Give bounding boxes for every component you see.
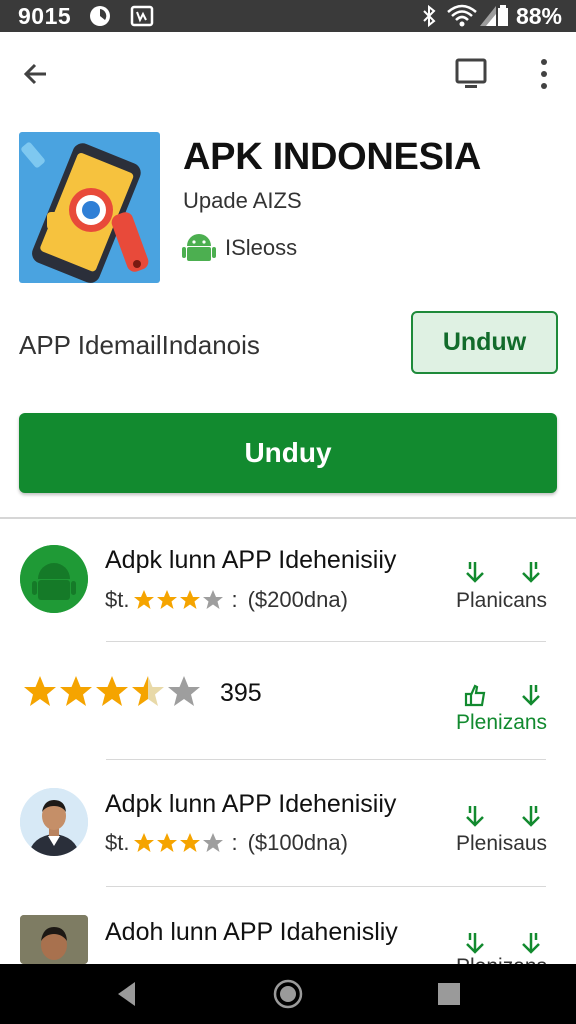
rating-stars — [22, 674, 202, 710]
list-item-title[interactable]: Adoh lunn APP Idahenisliy — [105, 918, 398, 947]
download-icon[interactable] — [518, 803, 544, 829]
item-actions — [462, 803, 544, 829]
item-action-label: Plenizans — [456, 955, 547, 964]
user-avatar — [20, 788, 88, 856]
list-item-price: ($200dna) — [247, 587, 348, 612]
download-icon[interactable] — [462, 930, 488, 956]
app-icon — [19, 132, 160, 283]
nav-recents-icon — [438, 983, 460, 1005]
app-title: APK INDONESIA — [183, 136, 482, 178]
list-item-meta: $t. : ($100dna) — [105, 830, 348, 855]
battery-percent: 88% — [515, 3, 562, 29]
list-item-prefix: $t. — [105, 587, 130, 612]
more-vert-icon — [541, 59, 547, 89]
wifi-icon — [446, 4, 478, 33]
nav-back-icon — [118, 982, 135, 1006]
gallery-icon — [130, 4, 154, 33]
arrow-back-icon — [23, 63, 46, 85]
android-icon — [182, 234, 216, 261]
section-divider — [0, 517, 576, 519]
nav-back-button[interactable] — [111, 978, 143, 1010]
android-avatar — [20, 545, 88, 613]
list-item-title[interactable]: Adpk lunn APP Idehenisiiy — [105, 790, 396, 819]
star-rating — [133, 589, 227, 611]
download-icon[interactable] — [462, 803, 488, 829]
rating-count: 395 — [220, 679, 262, 707]
nav-recents-button[interactable] — [433, 978, 465, 1010]
item-actions — [462, 930, 544, 956]
back-button[interactable] — [16, 54, 56, 94]
row-divider — [106, 759, 546, 760]
toolbar — [0, 32, 576, 116]
user-avatar — [20, 915, 88, 964]
row-divider — [106, 886, 546, 887]
status-bar: 9015 88% — [0, 0, 576, 32]
list-item-prefix: $t. — [105, 830, 130, 855]
item-actions — [462, 682, 544, 708]
battery-icon — [496, 4, 510, 33]
more-options-button[interactable] — [524, 54, 564, 94]
nav-home-button[interactable] — [272, 978, 304, 1010]
install-button[interactable]: Unduy — [19, 413, 557, 493]
developer-name: ISleoss — [225, 235, 298, 260]
status-time: 9015 — [18, 3, 72, 29]
star-rating — [133, 832, 227, 854]
row-divider — [106, 641, 546, 642]
developer-row[interactable]: ISleoss — [181, 230, 297, 266]
monitor-icon — [455, 58, 487, 88]
bluetooth-icon — [420, 4, 438, 33]
download-icon[interactable] — [518, 559, 544, 585]
download-icon[interactable] — [462, 559, 488, 585]
item-action-label: Planicans — [456, 589, 548, 612]
item-action-label: Plenisaus — [456, 832, 548, 855]
signal-icon — [478, 4, 498, 33]
download-icon[interactable] — [518, 930, 544, 956]
list-item-meta: $t. : ($200dna) — [105, 587, 348, 612]
navigation-bar — [0, 964, 576, 1024]
list-item-title[interactable]: Adpk lunn APP Idehenisiiy — [105, 546, 396, 575]
cast-button[interactable] — [451, 54, 491, 94]
app-description: APP IdemailIndanois — [19, 330, 260, 360]
item-action-label: Plenizans — [456, 711, 548, 734]
list-item-price: ($100dna) — [247, 830, 348, 855]
thumb-up-icon[interactable] — [462, 682, 488, 708]
unduw-button[interactable]: Unduw — [411, 311, 558, 374]
app-subtitle: Upade AIZS — [183, 188, 302, 213]
download-icon[interactable] — [518, 682, 544, 708]
item-actions — [462, 559, 544, 585]
sync-icon — [88, 4, 112, 33]
nav-home-icon — [273, 979, 303, 1009]
